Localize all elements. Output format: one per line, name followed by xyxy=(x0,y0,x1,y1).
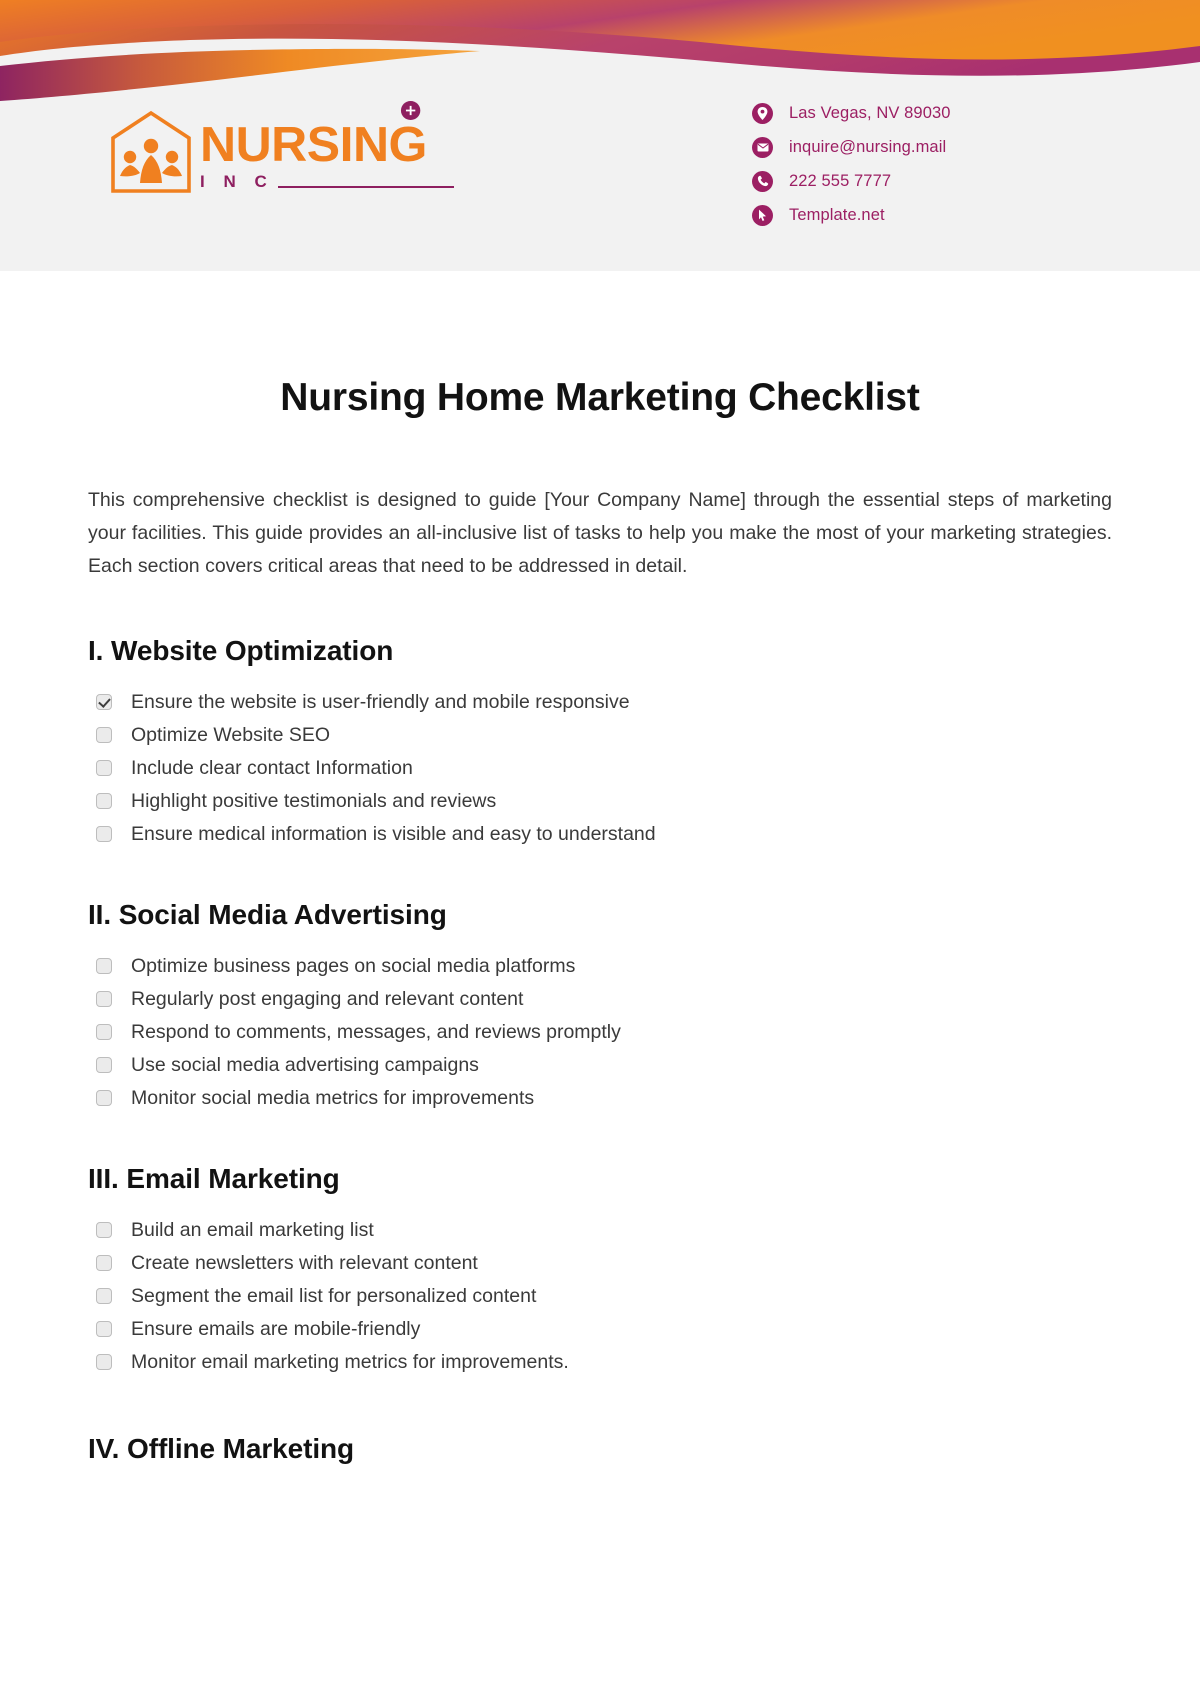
contact-row-email: inquire@nursing.mail xyxy=(752,130,951,164)
checkbox-icon[interactable] xyxy=(96,694,112,710)
section-heading: IV. Offline Marketing xyxy=(88,1433,355,1464)
contact-address-text: Las Vegas, NV 89030 xyxy=(789,103,951,122)
logo-wordmark: NURSING xyxy=(200,101,459,170)
nursing-house-logo-icon xyxy=(111,110,191,193)
contact-info-block: Las Vegas, NV 89030 inquire@nursing.mail xyxy=(752,96,951,232)
checkbox-icon[interactable] xyxy=(96,958,112,974)
checkbox-icon[interactable] xyxy=(96,793,112,809)
checkbox-icon[interactable] xyxy=(96,1255,112,1271)
contact-phone-text: 222 555 7777 xyxy=(789,171,892,190)
checkbox-icon[interactable] xyxy=(96,991,112,1007)
list-item[interactable]: Ensure the website is user-friendly and … xyxy=(96,689,1112,715)
contact-website-text[interactable]: Template.net xyxy=(789,206,885,225)
checklist-item-label: Create newsletters with relevant content xyxy=(131,1252,478,1274)
checklist-item-label: Respond to comments, messages, and revie… xyxy=(131,1021,621,1043)
logo-divider-rule xyxy=(277,185,454,188)
document-body: Nursing Home Marketing Checklist This co… xyxy=(0,376,1200,1465)
checklist-item-label: Ensure the website is user-friendly and … xyxy=(131,691,630,713)
list-item[interactable]: Create newsletters with relevant content xyxy=(96,1250,1112,1276)
checklist-item-label: Include clear contact Information xyxy=(131,757,413,779)
list-item[interactable]: Respond to comments, messages, and revie… xyxy=(96,1019,1112,1045)
section-social-media-advertising: II. Social Media Advertising Optimize bu… xyxy=(88,899,1112,1111)
contact-email-text[interactable]: inquire@nursing.mail xyxy=(789,138,946,157)
checklist-item-label: Monitor social media metrics for improve… xyxy=(131,1087,535,1109)
checkbox-icon[interactable] xyxy=(96,1057,112,1073)
checkbox-icon[interactable] xyxy=(96,1090,112,1106)
checklist-item-label: Regularly post engaging and relevant con… xyxy=(131,988,524,1010)
checkbox-icon[interactable] xyxy=(96,1222,112,1238)
checkbox-icon[interactable] xyxy=(96,826,112,842)
checklist-item-label: Ensure emails are mobile-friendly xyxy=(131,1318,421,1340)
checklist-item-label: Optimize Website SEO xyxy=(131,724,331,746)
cursor-arrow-icon xyxy=(752,204,773,226)
list-item[interactable]: Use social media advertising campaigns xyxy=(96,1052,1112,1078)
list-item[interactable]: Segment the email list for personalized … xyxy=(96,1283,1112,1309)
logo-word-text: NURSING xyxy=(200,118,427,172)
contact-row-phone: 222 555 7777 xyxy=(752,164,951,198)
checkbox-icon[interactable] xyxy=(96,1321,112,1337)
phone-icon xyxy=(752,170,773,192)
location-pin-icon xyxy=(752,102,773,124)
list-item[interactable]: Optimize business pages on social media … xyxy=(96,953,1112,979)
list-item[interactable]: Highlight positive testimonials and revi… xyxy=(96,788,1112,814)
section-heading: I. Website Optimization xyxy=(88,635,394,666)
page-title: Nursing Home Marketing Checklist xyxy=(280,376,920,419)
list-item[interactable]: Build an email marketing list xyxy=(96,1217,1112,1243)
section-heading: II. Social Media Advertising xyxy=(88,899,447,930)
list-item[interactable]: Optimize Website SEO xyxy=(96,722,1112,748)
checkbox-icon[interactable] xyxy=(96,727,112,743)
checklist-item-label: Highlight positive testimonials and revi… xyxy=(131,790,497,812)
checklist-item-label: Optimize business pages on social media … xyxy=(131,955,576,977)
logo-subtitle: I N C xyxy=(200,171,274,191)
list-item[interactable]: Monitor social media metrics for improve… xyxy=(96,1085,1112,1111)
page-header: NURSING I N C Las Vegas, NV 89030 inquir… xyxy=(0,0,1200,271)
intro-paragraph: This comprehensive checklist is designed… xyxy=(88,489,1112,577)
section-email-marketing: III. Email Marketing Build an email mark… xyxy=(88,1163,1112,1375)
list-item[interactable]: Monitor email marketing metrics for impr… xyxy=(96,1349,1112,1375)
medical-cross-badge-icon xyxy=(400,101,421,120)
document-page: NURSING I N C Las Vegas, NV 89030 inquir… xyxy=(0,0,1200,1701)
checklist-item-label: Build an email marketing list xyxy=(131,1219,374,1241)
list-item[interactable]: Regularly post engaging and relevant con… xyxy=(96,986,1112,1012)
checklist-email-marketing: Build an email marketing list Create new… xyxy=(88,1217,1112,1375)
envelope-icon xyxy=(752,136,773,158)
checklist-item-label: Segment the email list for personalized … xyxy=(131,1285,537,1307)
checkbox-icon[interactable] xyxy=(96,1024,112,1040)
section-website-optimization: I. Website Optimization Ensure the websi… xyxy=(88,635,1112,847)
checklist-website-optimization: Ensure the website is user-friendly and … xyxy=(88,689,1112,847)
checkbox-icon[interactable] xyxy=(96,1354,112,1370)
checklist-item-label: Ensure medical information is visible an… xyxy=(131,823,656,845)
checklist-item-label: Monitor email marketing metrics for impr… xyxy=(131,1351,569,1373)
list-item[interactable]: Ensure medical information is visible an… xyxy=(96,821,1112,847)
contact-row-website: Template.net xyxy=(752,198,951,232)
company-logo: NURSING I N C xyxy=(108,101,454,194)
section-heading: III. Email Marketing xyxy=(88,1163,340,1194)
checkbox-icon[interactable] xyxy=(96,1288,112,1304)
list-item[interactable]: Ensure emails are mobile-friendly xyxy=(96,1316,1112,1342)
checklist-social-media-advertising: Optimize business pages on social media … xyxy=(88,953,1112,1111)
checklist-item-label: Use social media advertising campaigns xyxy=(131,1054,479,1076)
checkbox-icon[interactable] xyxy=(96,760,112,776)
list-item[interactable]: Include clear contact Information xyxy=(96,755,1112,781)
section-offline-marketing: IV. Offline Marketing xyxy=(88,1433,1112,1465)
contact-row-address: Las Vegas, NV 89030 xyxy=(752,96,951,130)
